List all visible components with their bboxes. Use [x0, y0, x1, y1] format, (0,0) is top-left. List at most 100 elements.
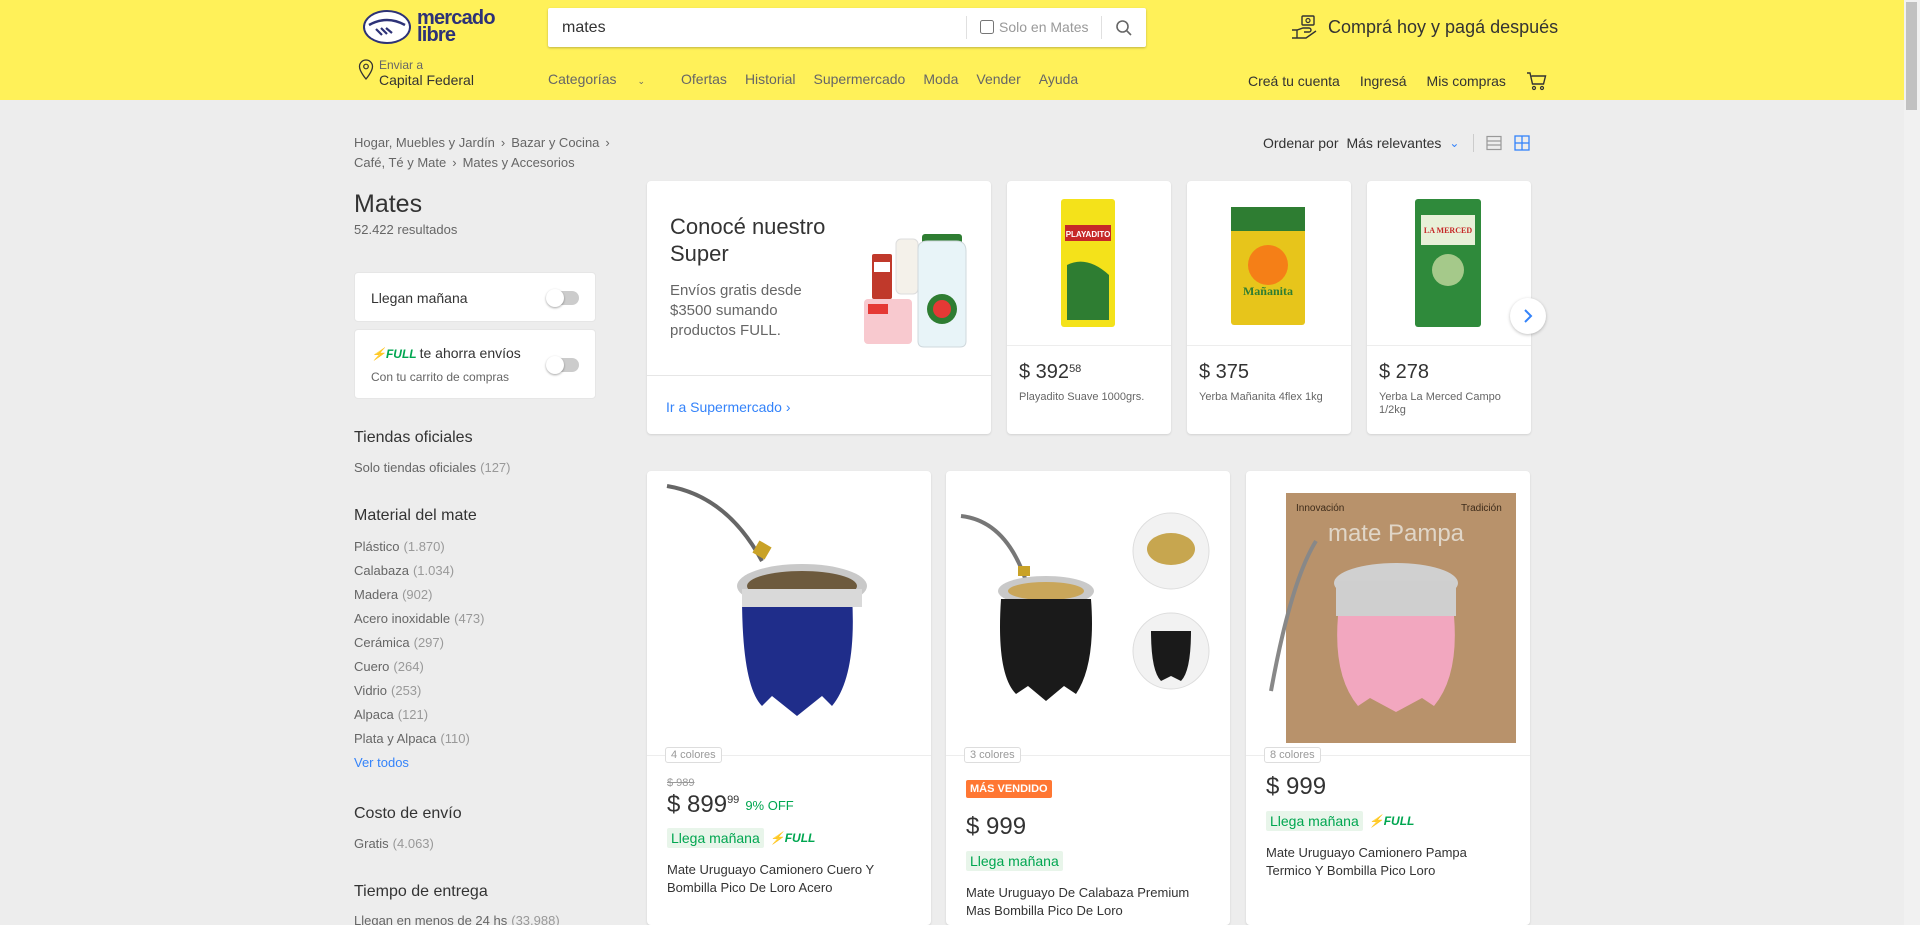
- super-link[interactable]: Ir a Supermercado ›: [666, 399, 791, 415]
- carousel-next-button[interactable]: [1510, 298, 1546, 334]
- product-card[interactable]: Innovación Tradición mate Pampa 8 colore…: [1246, 471, 1530, 925]
- filter-item[interactable]: Plata y Alpaca (110): [354, 731, 484, 755]
- section-material: Material del mate: [354, 507, 477, 524]
- filter-item-count: (121): [397, 707, 429, 722]
- chevron-down-icon: ⌄: [637, 76, 646, 86]
- mini-product-card[interactable]: PLAYADITO $ 39258 Playadito Suave 1000gr…: [1007, 181, 1171, 434]
- shipping-list: Gratis (4.063): [354, 836, 434, 860]
- filter-item[interactable]: Madera (902): [354, 587, 484, 611]
- page-title: Mates: [354, 190, 423, 218]
- svg-text:Mañanita: Mañanita: [1243, 284, 1293, 298]
- product-image: [666, 484, 867, 716]
- mercadolibre-logo[interactable]: mercado libre: [362, 8, 496, 45]
- search-scope[interactable]: Solo en Mates: [980, 19, 1089, 35]
- sort-dropdown[interactable]: Más relevantes: [1346, 135, 1441, 151]
- promo-banner[interactable]: Comprá hoy y pagá después: [1290, 14, 1558, 40]
- filter-full[interactable]: ⚡FULL te ahorra envíos Con tu carrito de …: [354, 329, 596, 399]
- promo-text: Comprá hoy y pagá después: [1328, 16, 1559, 37]
- create-account-link[interactable]: Creá tu cuenta: [1248, 73, 1340, 89]
- section-official-stores: Tiendas oficiales: [354, 429, 473, 446]
- scrollbar[interactable]: [1904, 0, 1920, 925]
- full-lightning-icon: ⚡FULL: [371, 347, 417, 361]
- colors-count: 4 colores: [665, 747, 722, 763]
- filter-item-count: (1.034): [412, 563, 455, 578]
- mini-product-card[interactable]: Mañanita $ 375 Yerba Mañanita 4flex 1kg: [1187, 181, 1351, 434]
- filter-item-label: Plástico: [354, 539, 400, 554]
- login-link[interactable]: Ingresá: [1360, 73, 1407, 89]
- product-name[interactable]: Mate Uruguayo De Calabaza Premium Mas Bo…: [966, 884, 1206, 920]
- chevron-down-icon[interactable]: ⌄: [1449, 136, 1459, 150]
- product-name[interactable]: Mate Uruguayo Camionero Pampa Termico Y …: [1266, 844, 1506, 880]
- full-toggle[interactable]: [546, 356, 579, 374]
- super-title: Conocé nuestro Super: [670, 214, 826, 266]
- location-selector[interactable]: Enviar a Capital Federal: [358, 59, 474, 88]
- scrollbar-thumb[interactable]: [1906, 2, 1917, 110]
- see-all-link[interactable]: Ver todos: [354, 755, 484, 779]
- search-input[interactable]: [548, 8, 966, 47]
- supermarket-banner[interactable]: Conocé nuestro Super Envíos gratis desde…: [647, 181, 991, 434]
- mini-product-card[interactable]: LA MERCED $ 278 Yerba La Merced Campo 1/…: [1367, 181, 1531, 434]
- filter-item[interactable]: Acero inoxidable (473): [354, 611, 484, 635]
- chevron-right-icon: [1524, 309, 1533, 323]
- filter-item[interactable]: Solo tiendas oficiales (127): [354, 460, 511, 484]
- chevron-right-icon: ›: [605, 135, 610, 150]
- svg-text:LA MERCED: LA MERCED: [1424, 226, 1472, 235]
- cart-icon[interactable]: [1526, 71, 1548, 91]
- breadcrumb-item[interactable]: Bazar y Cocina: [511, 135, 599, 150]
- nav-moda[interactable]: Moda: [923, 71, 958, 87]
- location-label: Enviar a: [379, 58, 424, 72]
- full-badge-text: FULL: [1383, 814, 1415, 828]
- filter-item-label: Cerámica: [354, 635, 410, 650]
- price: $ 999: [966, 813, 1026, 841]
- grid-view-icon: [1514, 135, 1531, 151]
- header: mercadolibre Solo en Mates Comprá hoy y …: [0, 0, 1904, 100]
- filter-item[interactable]: Llegan en menos de 24 hs (33.988): [354, 913, 560, 925]
- my-purchases-link[interactable]: Mis compras: [1427, 73, 1506, 89]
- breadcrumb-item[interactable]: Hogar, Muebles y Jardín: [354, 135, 495, 150]
- grid-view-button[interactable]: [1514, 135, 1531, 151]
- filter-item-label: Calabaza: [354, 563, 409, 578]
- filter-item-count: (297): [413, 635, 444, 650]
- product-card[interactable]: 3 colores MÁS VENDIDO $ 999 Llega mañana…: [946, 471, 1230, 925]
- discount-label: 9% OFF: [745, 798, 794, 814]
- nav-ofertas[interactable]: Ofertas: [681, 71, 727, 87]
- product-card[interactable]: 4 colores $ 989 $ 89999 9% OFF Llega maña…: [647, 471, 931, 925]
- breadcrumb-item[interactable]: Mates y Accesorios: [463, 155, 575, 170]
- box-text-left: Innovación: [1296, 503, 1344, 514]
- filter-item-label: Acero inoxidable: [354, 611, 451, 626]
- arrives-tomorrow-badge: Llega mañana: [1266, 811, 1363, 831]
- search-button[interactable]: [1102, 8, 1146, 47]
- list-view-button[interactable]: [1486, 135, 1503, 151]
- arrives-tomorrow-toggle[interactable]: [546, 289, 579, 307]
- search-scope-checkbox[interactable]: [980, 20, 994, 34]
- price-value: $ 278: [1379, 361, 1430, 383]
- filter-item[interactable]: Cuero (264): [354, 659, 484, 683]
- result-count: 52.422 resultados: [354, 222, 458, 237]
- section-shipping-cost: Costo de envío: [354, 805, 462, 822]
- delivery-tags: Llega mañana: [966, 851, 1063, 871]
- nav-supermercado[interactable]: Supermercado: [814, 71, 906, 87]
- nav-ayuda[interactable]: Ayuda: [1039, 71, 1078, 87]
- filter-item[interactable]: Gratis (4.063): [354, 836, 434, 860]
- handshake-logo-icon: [363, 10, 411, 44]
- nav-categorias[interactable]: Categorías ⌄: [548, 71, 663, 87]
- mini-product-name: Playadito Suave 1000grs.: [1019, 391, 1145, 403]
- hand-money-icon: [1292, 15, 1317, 39]
- filter-arrives-tomorrow-label: Llegan mañana: [371, 290, 468, 306]
- product-name[interactable]: Mate Uruguayo Camionero Cuero Y Bombilla…: [667, 861, 907, 897]
- chevron-right-icon: ›: [785, 399, 791, 415]
- filter-item[interactable]: Plástico (1.870): [354, 539, 484, 563]
- filter-item[interactable]: Vidrio (253): [354, 683, 484, 707]
- box-text-right: Tradición: [1461, 503, 1502, 514]
- price: $ 999: [1266, 773, 1326, 801]
- search-icon: [1116, 19, 1132, 36]
- nav-vender[interactable]: Vender: [976, 71, 1020, 87]
- filter-item-label: Gratis: [354, 836, 389, 851]
- filter-item[interactable]: Alpaca (121): [354, 707, 484, 731]
- filter-item[interactable]: Cerámica (297): [354, 635, 484, 659]
- filter-item[interactable]: Calabaza (1.034): [354, 563, 484, 587]
- search-bar: Solo en Mates: [548, 8, 1146, 47]
- filter-arrives-tomorrow[interactable]: Llegan mañana: [354, 272, 596, 322]
- breadcrumb-item[interactable]: Café, Té y Mate: [354, 155, 446, 170]
- nav-historial[interactable]: Historial: [745, 71, 796, 87]
